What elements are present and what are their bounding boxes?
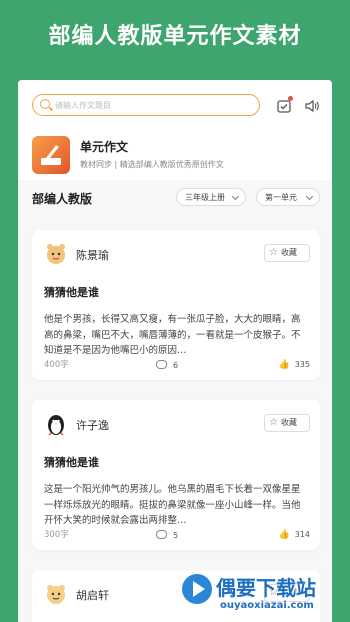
chevron-down-icon bbox=[231, 192, 240, 201]
chevron-down-icon bbox=[305, 192, 314, 201]
comment-count[interactable]: 6 bbox=[156, 360, 178, 370]
speaker-icon[interactable] bbox=[304, 98, 320, 114]
watermark-url: ouyaoxiazai.com bbox=[220, 600, 314, 611]
thumbs-up-icon: 👍 bbox=[278, 530, 290, 540]
top-bar bbox=[18, 80, 332, 132]
author-name: 胡启轩 bbox=[76, 589, 109, 602]
filter-bar: 部编人教版 三年级上册 第一单元 bbox=[18, 180, 332, 218]
comment-icon bbox=[156, 530, 167, 539]
essay-excerpt[interactable]: 他是个男孩，长得又高又瘦，有一张瓜子脸，大大的眼睛，高高的鼻梁，嘴巴不大，嘴唇薄… bbox=[44, 312, 306, 358]
author-name: 陈景瑜 bbox=[76, 249, 109, 262]
comment-count[interactable]: 5 bbox=[156, 530, 178, 540]
comment-count-value: 6 bbox=[173, 361, 179, 370]
like-count-value: 335 bbox=[294, 360, 310, 369]
essay-excerpt[interactable]: 这是一个阳光帅气的男孩儿。他乌黑的眉毛下长着一双像星星一样烁烁放光的眼睛。挺拔的… bbox=[44, 482, 306, 528]
star-icon: ☆ bbox=[269, 247, 278, 258]
essay-card[interactable]: 陈景瑜 ☆ 收藏 猜猜他是谁 他是个男孩，长得又高又瘦，有一张瓜子脸，大大的眼睛… bbox=[32, 230, 320, 380]
intro-subtitle: 教材同步 | 精选部编人教版优秀原创作文 bbox=[80, 160, 224, 169]
word-count: 300字 bbox=[44, 530, 69, 540]
like-count[interactable]: 👍 314 bbox=[279, 530, 311, 540]
thumbs-up-icon: 👍 bbox=[278, 360, 290, 370]
comment-icon bbox=[156, 360, 167, 369]
author-name: 许子逸 bbox=[76, 419, 109, 432]
intro-title: 单元作文 bbox=[80, 140, 129, 154]
essay-card[interactable]: 许子逸 ☆ 收藏 猜猜他是谁 这是一个阳光帅气的男孩儿。他乌黑的眉毛下长着一双像… bbox=[32, 400, 320, 550]
word-count: 400字 bbox=[44, 360, 69, 370]
site-watermark: 偶要下载站 ouyaoxiazai.com bbox=[182, 572, 342, 618]
collect-label: 收藏 bbox=[281, 248, 297, 257]
column-intro[interactable]: 单元作文 教材同步 | 精选部编人教版优秀原创作文 bbox=[18, 132, 332, 180]
unit-label: 第一单元 bbox=[265, 193, 297, 202]
like-count[interactable]: 👍 335 bbox=[279, 360, 311, 370]
search-box[interactable] bbox=[32, 94, 260, 116]
star-icon: ☆ bbox=[269, 417, 278, 428]
app-screen: 单元作文 教材同步 | 精选部编人教版优秀原创作文 部编人教版 三年级上册 第一… bbox=[18, 80, 332, 622]
avatar[interactable] bbox=[44, 242, 68, 266]
grade-dropdown[interactable]: 三年级上册 bbox=[176, 188, 246, 206]
watermark-name: 偶要下载站 bbox=[216, 576, 316, 600]
unit-dropdown[interactable]: 第一单元 bbox=[256, 188, 320, 206]
task-list-icon[interactable] bbox=[276, 96, 293, 114]
notification-dot bbox=[288, 96, 293, 101]
like-count-value: 314 bbox=[294, 530, 310, 539]
collect-button[interactable]: ☆ 收藏 bbox=[264, 414, 310, 432]
edition-heading: 部编人教版 bbox=[32, 192, 93, 206]
essay-title[interactable]: 猜猜他是谁 bbox=[44, 454, 99, 470]
search-icon bbox=[40, 99, 50, 109]
avatar[interactable] bbox=[44, 582, 68, 606]
grade-label: 三年级上册 bbox=[185, 193, 225, 202]
search-input[interactable] bbox=[55, 96, 251, 114]
essay-logo-icon bbox=[32, 136, 70, 174]
essay-title[interactable]: 猜猜他是谁 bbox=[44, 284, 99, 300]
watermark-logo-icon bbox=[182, 574, 212, 604]
avatar[interactable] bbox=[44, 412, 68, 436]
comment-count-value: 5 bbox=[173, 531, 179, 540]
banner-title: 部编人教版单元作文素材 bbox=[48, 24, 302, 49]
collect-button[interactable]: ☆ 收藏 bbox=[264, 244, 310, 262]
collect-label: 收藏 bbox=[281, 418, 297, 427]
